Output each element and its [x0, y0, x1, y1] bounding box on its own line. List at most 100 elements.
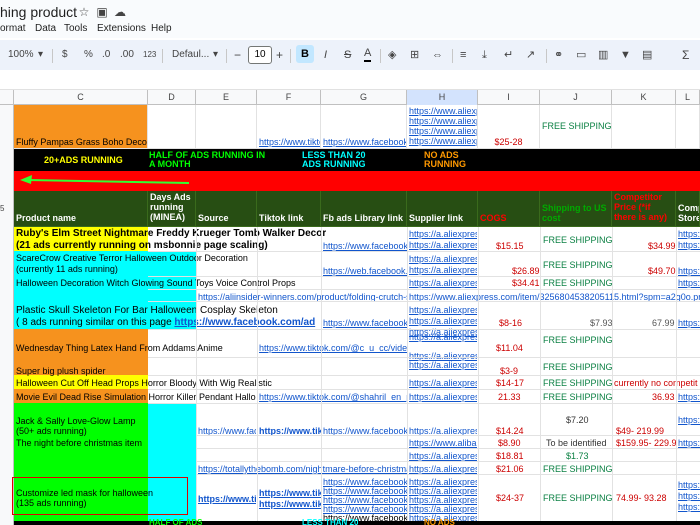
cogs-value[interactable]: $24-37	[496, 493, 524, 503]
font-size-plus-button[interactable]: +	[276, 47, 283, 63]
store-link[interactable]: https:	[678, 438, 700, 448]
source-cell[interactable]	[196, 105, 257, 149]
horizontal-align-icon[interactable]: ≡	[460, 47, 466, 63]
days-cell[interactable]	[148, 105, 196, 149]
supplier-link[interactable]: https://a.aliexpress	[409, 305, 477, 315]
tiktok-link[interactable]: https://www.tiktok.com/@c_u_cc/video/	[259, 343, 407, 353]
menu-tools[interactable]: Tools	[64, 23, 87, 34]
filter-views-icon[interactable]: ▤	[642, 47, 652, 63]
header-product[interactable]: Product name	[14, 191, 148, 227]
fb-link[interactable]: https://www.facebook.	[323, 318, 407, 328]
merge-cells-icon[interactable]: ⇔	[432, 47, 443, 63]
column-header-j[interactable]: J	[540, 90, 612, 105]
source-link[interactable]: https://totallythebomb.com/nightmare-bef…	[198, 464, 407, 474]
supplier-link[interactable]: https://a.aliexpress	[409, 464, 477, 474]
supplier-link[interactable]: https://www.aliexp	[409, 106, 477, 116]
cogs-value[interactable]: $34.41	[512, 278, 540, 288]
shipping-value[interactable]: $7.93	[590, 318, 613, 328]
filter-icon[interactable]: ▼	[620, 47, 631, 63]
cogs-value[interactable]: $14.24	[496, 426, 524, 436]
competitor-price[interactable]: $49- 219.99	[616, 426, 664, 436]
tiktok-link[interactable]: https://www.tiktok.com/@shahril_en_pe	[259, 392, 407, 402]
product-name[interactable]: Halloween Decoration Witch Glowing Sound…	[16, 278, 316, 288]
competitor-price[interactable]: $49.70	[648, 266, 676, 276]
cogs-cell[interactable]: $25-28	[478, 105, 540, 149]
vertical-align-icon[interactable]: ⤓	[482, 47, 487, 63]
cogs-value[interactable]: $26.89	[512, 266, 540, 276]
competitor-price[interactable]: currently no competit	[614, 378, 700, 388]
supplier-link[interactable]: https://a.aliexpress	[409, 316, 477, 326]
store-link[interactable]: https:	[678, 491, 700, 502]
header-fb[interactable]: Fb ads Library link	[321, 191, 407, 227]
store-link[interactable]: https:	[678, 278, 700, 288]
header-competitor[interactable]: Competitor Price (*if there is any)	[612, 191, 676, 227]
header-tiktok[interactable]: Tiktok link	[257, 191, 321, 227]
shipping-value[interactable]: FREE SHIPPING	[543, 378, 613, 388]
fb-link[interactable]: https://web.facebook.c	[323, 266, 407, 276]
product-name[interactable]: Halloween Cut Off Head Props Horror Bloo…	[16, 378, 406, 388]
fill-color-icon[interactable]: ◈	[388, 47, 396, 63]
insert-link-icon[interactable]: ⚭	[554, 47, 563, 63]
menu-help[interactable]: Help	[151, 23, 172, 34]
move-folder-icon[interactable]: ▣	[95, 5, 109, 19]
product-name[interactable]: ScareCrow Creative Terror Halloween Outd…	[16, 253, 256, 263]
functions-button[interactable]: Σ	[682, 47, 689, 63]
store-link[interactable]: https:	[678, 480, 700, 491]
column-header-h[interactable]: H	[407, 90, 478, 105]
select-all-corner[interactable]	[0, 90, 14, 105]
menu-format[interactable]: ormat	[0, 23, 26, 34]
supplier-link[interactable]: https://www.alibab	[409, 438, 477, 448]
source-link[interactable]: https://www.face	[198, 426, 256, 436]
header-source[interactable]: Source	[196, 191, 257, 227]
decrease-decimal-button[interactable]: .0	[102, 47, 110, 63]
supplier-link[interactable]: https://a.aliexpress	[409, 240, 477, 250]
supplier-link[interactable]: https://a.aliexpress	[409, 278, 477, 288]
product-name-cell[interactable]: Fluffy Pampas Grass Boho Decor Flower	[14, 105, 148, 149]
font-size-minus-button[interactable]: −	[234, 47, 241, 63]
tiktok-link[interactable]: https://www.tikt	[259, 499, 321, 509]
supplier-link[interactable]: https://a.aliexpress	[409, 392, 477, 402]
supplier-link[interactable]: https://a.aliexpress	[409, 265, 477, 275]
tiktok-link-cell[interactable]: https://www.tiktok	[257, 105, 321, 149]
fb-link[interactable]: https://www.facebook.	[323, 426, 407, 436]
tiktok-link[interactable]: https://www.tikt	[259, 426, 321, 436]
cogs-value[interactable]: $8.90	[498, 438, 521, 448]
font-size-input[interactable]: 10	[248, 46, 272, 64]
product-name[interactable]: Wednesday Thing Latex Hand From Addams A…	[16, 343, 256, 353]
store-cell[interactable]	[676, 105, 700, 149]
supplier-link[interactable]: https://a.aliexpress	[409, 332, 477, 342]
supplier-link[interactable]: https://a.aliexpress	[409, 229, 477, 239]
column-header-k[interactable]: K	[612, 90, 676, 105]
fb-link[interactable]: https://www.facebook.	[323, 241, 407, 251]
competitor-cell[interactable]	[612, 105, 676, 149]
store-link[interactable]: https:	[678, 415, 700, 425]
bold-button[interactable]: B	[296, 45, 314, 63]
row-number[interactable]: 5	[0, 204, 14, 213]
header-days[interactable]: Days Ads running (MINEA)	[148, 191, 196, 227]
shipping-value[interactable]: FREE SHIPPING	[543, 362, 613, 372]
competitor-price[interactable]: $159.95- 229.94	[616, 438, 676, 448]
tiktok-link[interactable]: https://www.tikt	[259, 488, 321, 498]
supplier-link[interactable]: https://www.aliexpress.com/item/32568045…	[409, 292, 700, 302]
chevron-down-icon[interactable]: ▾	[38, 47, 43, 63]
more-formats-button[interactable]: 123	[143, 47, 156, 63]
store-link[interactable]: https:	[678, 240, 700, 250]
product-name[interactable]: Movie Evil Dead Rise Simulation Horror K…	[16, 392, 257, 402]
store-link[interactable]: https:	[678, 266, 700, 276]
zoom-select[interactable]: 100%	[8, 47, 34, 63]
store-link[interactable]: https:	[678, 502, 700, 513]
shipping-value[interactable]: $1.73	[566, 451, 589, 461]
cogs-value[interactable]: $11.04	[496, 343, 523, 353]
text-wrap-icon[interactable]: ↵	[504, 47, 513, 63]
product-name[interactable]: Customize led mask for halloween	[16, 488, 153, 498]
header-cogs[interactable]: COGS	[478, 191, 540, 227]
header-comp-store[interactable]: Comp Store	[676, 191, 700, 227]
product-name[interactable]: Super big plush spider	[16, 366, 106, 376]
shipping-value[interactable]: $7.20	[566, 415, 589, 425]
competitor-price[interactable]: 74.99- 93.28	[616, 493, 667, 503]
fb-ad-link[interactable]: https://www.facebook.com/ad	[174, 317, 315, 328]
column-header-c[interactable]: C	[14, 90, 148, 105]
header-shipping[interactable]: Shipping to US cost	[540, 191, 612, 227]
insert-chart-icon[interactable]: ▥	[598, 47, 608, 63]
shipping-value[interactable]: FREE SHIPPING	[543, 260, 613, 270]
